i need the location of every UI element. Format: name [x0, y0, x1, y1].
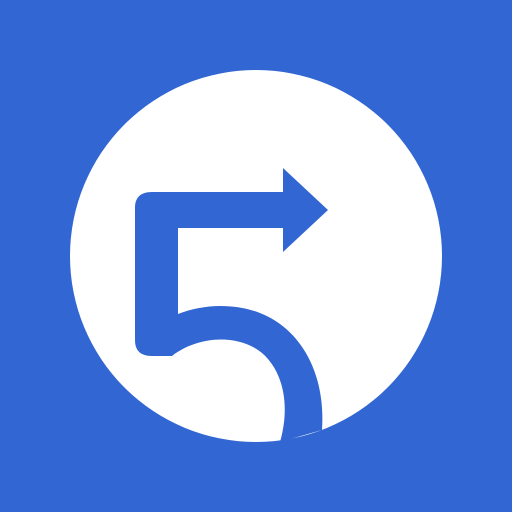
app-icon — [0, 0, 512, 512]
five-arrow-logo-icon — [0, 0, 512, 512]
logo-circle — [70, 70, 442, 442]
